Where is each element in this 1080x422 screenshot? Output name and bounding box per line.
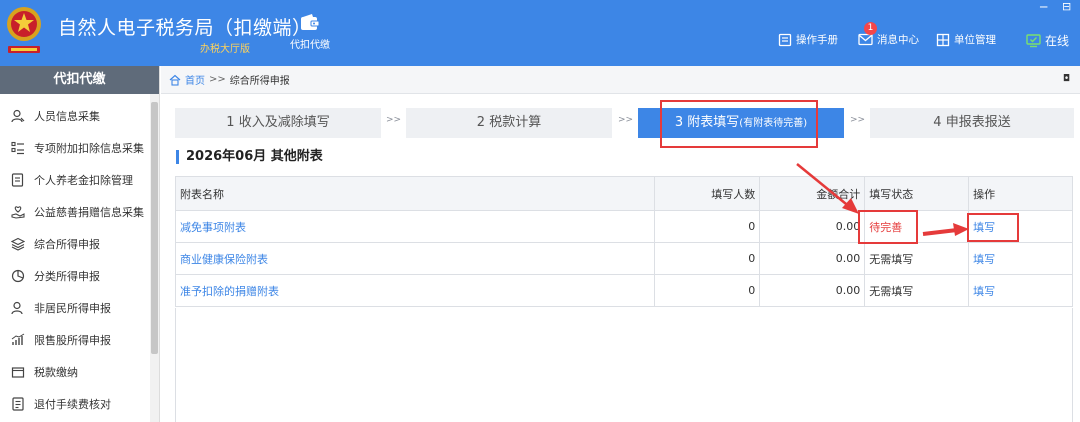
sidebar-item-classified[interactable]: 分类所得申报 [0,260,150,292]
col-header-count: 填写人数 [654,176,761,211]
tab-close-icon[interactable]: ◘ [1063,74,1070,84]
messages-label: 消息中心 [877,34,919,46]
app-title: 自然人电子税务局（扣缴端） [58,17,312,39]
main-content: 1 收入及减除填写 >> 2 税款计算 >> 3 附表填写(有附表待完善) >>… [161,94,1080,422]
highlight-box-status [858,210,918,244]
sidebar-item-label: 综合所得申报 [34,238,100,251]
app-header: 自然人电子税务局（扣缴端） 办税大厅版 代扣代缴 操作手册 消息中心 1 单位管… [0,0,1080,66]
sidebar-item-label: 专项附加扣除信息采集 [34,142,144,155]
home-icon[interactable] [169,74,181,86]
table-row: 准予扣除的捐赠附表 0 0.00 无需填写 填写 [174,274,1073,307]
sidebar-item-refund-fee[interactable]: 退付手续费核对 [0,388,150,420]
folder-icon [10,364,26,380]
row-count: 0 [654,210,761,243]
sidebar-scrollbar[interactable] [150,94,159,422]
row-status: 无需填写 [864,274,970,307]
breadcrumb-current: 综合所得申报 [229,76,290,87]
col-header-status: 填写状态 [864,176,970,211]
online-status[interactable]: 在线 [1026,32,1069,49]
sidebar-item-personnel[interactable]: 人员信息采集 [0,100,150,132]
sidebar-item-nonresident[interactable]: 非居民所得申报 [0,292,150,324]
step-separator: >> [618,115,634,125]
pie-icon [10,268,26,284]
sidebar-item-label: 限售股所得申报 [34,334,111,347]
row-name-link[interactable]: 商业健康保险附表 [174,242,656,275]
breadcrumb-home[interactable]: 首页 [185,72,205,87]
row-name-link[interactable]: 准予扣除的捐赠附表 [174,274,656,307]
sidebar-title: 代扣代缴 [0,66,159,94]
chart-icon [10,332,26,348]
step-4-submit[interactable]: 4 申报表报送 [870,108,1074,138]
row-count: 0 [654,242,761,275]
table-row: 减免事项附表 0 0.00 待完善 填写 [174,210,1073,243]
step-separator: >> [850,115,866,125]
sidebar-item-restricted-shares[interactable]: 限售股所得申报 [0,324,150,356]
sidebar-item-special-deduction[interactable]: 专项附加扣除信息采集 [0,132,150,164]
table-row: 商业健康保险附表 0 0.00 无需填写 填写 [174,242,1073,275]
row-amount: 0.00 [759,242,866,275]
sidebar-item-label: 人员信息采集 [34,110,100,123]
app-subtitle: 办税大厅版 [200,44,250,55]
book-icon [778,33,792,46]
row-amount: 0.00 [759,274,866,307]
step-separator: >> [386,115,402,125]
person-icon [10,108,26,124]
building-icon [936,33,950,46]
row-amount: 0.00 [759,210,866,243]
manual-label: 操作手册 [796,34,838,46]
manual-link[interactable]: 操作手册 [778,32,838,47]
step-label: 4 申报表报送 [933,115,1011,130]
tax-emblem-icon [7,7,41,53]
sidebar-item-label: 退付手续费核对 [34,398,111,411]
breadcrumb: 首页 >> 综合所得申报 ◘ [161,66,1080,94]
step-label: 1 收入及减除填写 [226,115,330,130]
sidebar-item-label: 税款缴纳 [34,366,78,379]
row-fill-link[interactable]: 填写 [968,242,1073,275]
row-fill-link[interactable]: 填写 [968,274,1073,307]
step-2-tax-calc[interactable]: 2 税款计算 [406,108,612,138]
list-icon [10,140,26,156]
unit-management-link[interactable]: 单位管理 [936,32,996,47]
document-icon [10,172,26,188]
message-count-badge: 1 [864,22,877,35]
table-empty-area [175,308,1073,422]
highlight-box-action [967,213,1019,242]
module-label: 代扣代缴 [290,40,330,51]
attachment-table: 附表名称 填写人数 金额合计 填写状态 操作 减免事项附表 0 0.00 待完善… [174,176,1073,307]
sidebar-item-pension[interactable]: 个人养老金扣除管理 [0,164,150,196]
section-title: 2026年06月 其他附表 [176,150,323,164]
heart-hand-icon [10,204,26,220]
user-icon [10,300,26,316]
sidebar-item-charity[interactable]: 公益慈善捐赠信息采集 [0,196,150,228]
col-header-amount: 金额合计 [759,176,866,211]
unit-label: 单位管理 [954,34,996,46]
monitor-check-icon [1026,33,1041,47]
col-header-name: 附表名称 [174,176,656,211]
step-1-income[interactable]: 1 收入及减除填写 [175,108,381,138]
highlight-box-step [660,100,818,148]
online-label: 在线 [1045,34,1070,48]
restore-icon[interactable]: ⊟ [1062,0,1071,13]
sidebar-item-label: 非居民所得申报 [34,302,111,315]
layers-icon [10,236,26,252]
sidebar-item-tax-payment[interactable]: 税款缴纳 [0,356,150,388]
row-count: 0 [654,274,761,307]
sidebar-item-label: 公益慈善捐赠信息采集 [34,206,144,219]
col-header-action: 操作 [968,176,1073,211]
sidebar-item-label: 个人养老金扣除管理 [34,174,133,187]
breadcrumb-separator: >> [209,74,226,85]
row-status: 无需填写 [864,242,970,275]
scrollbar-thumb[interactable] [151,102,158,354]
receipt-icon [10,396,26,412]
sidebar-item-label: 分类所得申报 [34,270,100,283]
sidebar-item-comprehensive[interactable]: 综合所得申报 [0,228,150,260]
sidebar: 代扣代缴 人员信息采集 专项附加扣除信息采集 个人养老金扣除管理 公益慈善捐赠信… [0,66,160,422]
table-header-row: 附表名称 填写人数 金额合计 填写状态 操作 [174,176,1073,211]
wallet-icon [301,14,320,30]
module-withholding[interactable]: 代扣代缴 [286,14,334,51]
row-name-link[interactable]: 减免事项附表 [174,210,656,243]
step-label: 2 税款计算 [476,115,542,130]
minimize-icon[interactable]: ─ [1040,0,1047,14]
